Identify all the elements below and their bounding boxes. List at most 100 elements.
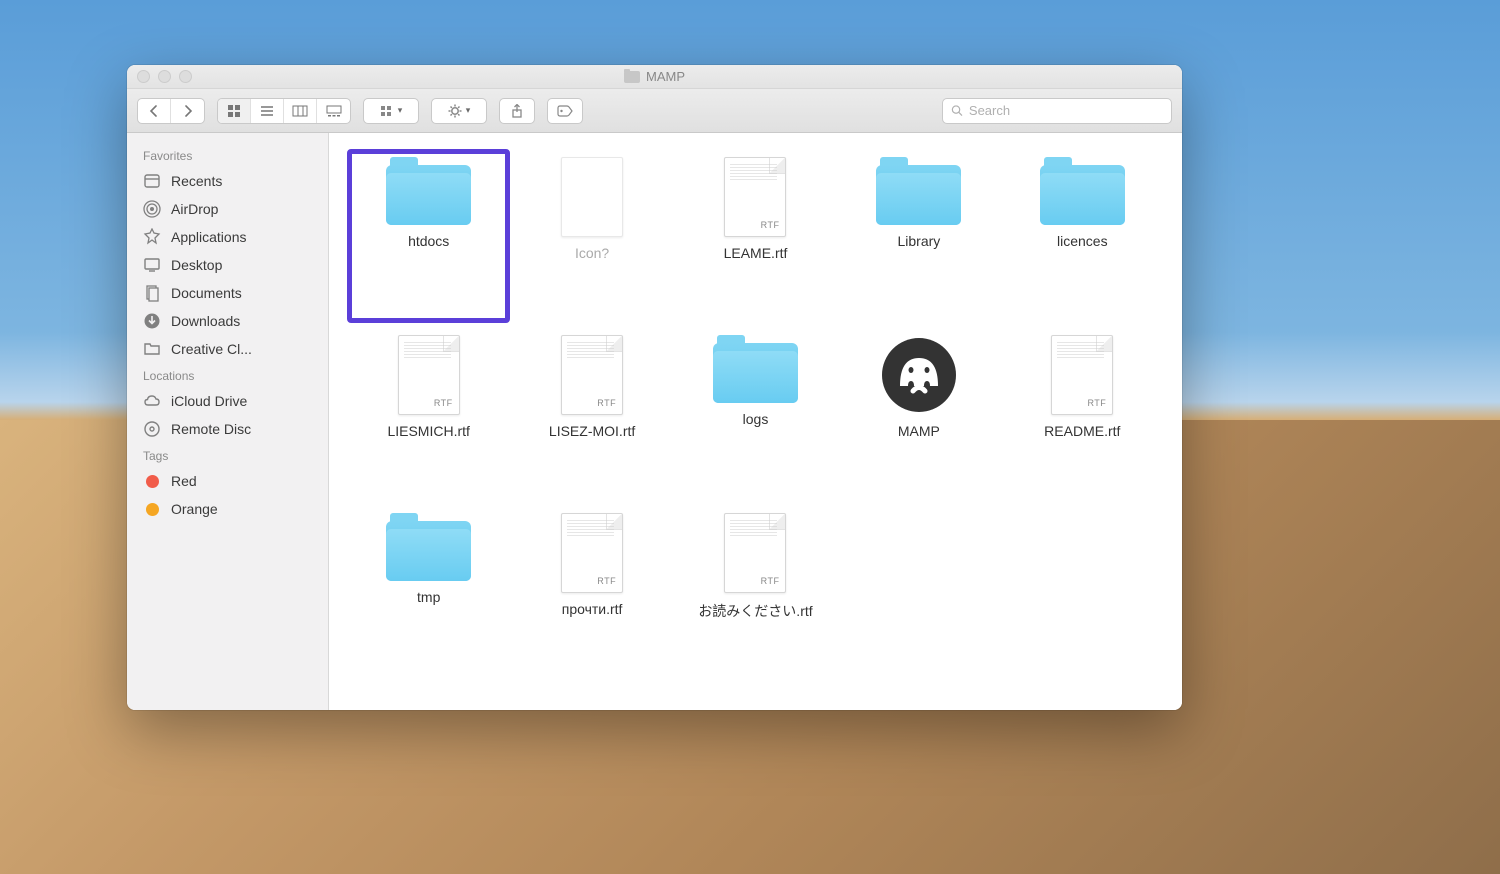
file-label: htdocs	[408, 233, 449, 249]
tags-button[interactable]	[547, 98, 583, 124]
file-label: LIESMICH.rtf	[387, 423, 469, 439]
file-item[interactable]: htdocs	[349, 151, 508, 321]
back-button[interactable]	[138, 99, 171, 123]
folder-icon	[624, 71, 640, 83]
file-item[interactable]: RTF お読みください.rtf	[676, 507, 835, 677]
file-label: logs	[743, 411, 769, 427]
close-button[interactable]	[137, 70, 150, 83]
sidebar-header: Favorites	[127, 143, 328, 167]
folder-icon	[143, 340, 161, 358]
gallery-view-button[interactable]	[317, 99, 350, 123]
file-item[interactable]: RTF README.rtf	[1003, 329, 1162, 499]
sidebar-item[interactable]: AirDrop	[127, 195, 328, 223]
minimize-button[interactable]	[158, 70, 171, 83]
sidebar-item-label: Recents	[171, 173, 222, 189]
column-view-button[interactable]	[284, 99, 317, 123]
file-item[interactable]: logs	[676, 329, 835, 499]
file-label: Library	[897, 233, 940, 249]
file-item[interactable]: Library	[839, 151, 998, 321]
file-grid[interactable]: htdocs Icon? RTF LEAME.rtf Library licences RT…	[329, 133, 1182, 710]
file-icon	[561, 157, 623, 237]
rtf-file-icon: RTF	[561, 513, 623, 593]
sidebar-item-label: AirDrop	[171, 201, 218, 217]
icon-view-button[interactable]	[218, 99, 251, 123]
icloud-icon	[143, 392, 161, 410]
share-button[interactable]	[499, 98, 535, 124]
list-view-button[interactable]	[251, 99, 284, 123]
arrange-button[interactable]: ▾	[363, 98, 419, 124]
downloads-icon	[143, 312, 161, 330]
airdrop-icon	[143, 200, 161, 218]
tag-icon	[143, 472, 161, 490]
file-label: Icon?	[575, 245, 609, 261]
file-item[interactable]: RTF LEAME.rtf	[676, 151, 835, 321]
sidebar-item-label: iCloud Drive	[171, 393, 247, 409]
file-label: お読みください.rtf	[698, 601, 812, 621]
file-label: tmp	[417, 589, 440, 605]
sidebar-item-label: Orange	[171, 501, 218, 517]
chevron-down-icon: ▾	[466, 105, 471, 116]
file-label: LISEZ-MOI.rtf	[549, 423, 635, 439]
titlebar[interactable]: MAMP	[127, 65, 1182, 89]
sidebar: Favorites Recents AirDrop Applications Deskt…	[127, 133, 329, 710]
search-input[interactable]	[969, 103, 1163, 118]
app-icon	[879, 335, 959, 415]
file-item[interactable]: RTFLIESMICH.rtf	[349, 329, 508, 499]
sidebar-item[interactable]: Orange	[127, 495, 328, 523]
sidebar-item[interactable]: iCloud Drive	[127, 387, 328, 415]
rtf-file-icon: RTF	[724, 157, 786, 237]
zoom-button[interactable]	[179, 70, 192, 83]
file-label: MAMP	[898, 423, 940, 439]
rtf-file-icon: RTF	[1051, 335, 1113, 415]
desktop-icon	[143, 256, 161, 274]
file-item[interactable]: Icon?	[512, 151, 671, 321]
folder-icon	[386, 513, 471, 581]
file-label: README.rtf	[1044, 423, 1120, 439]
search-icon	[951, 104, 963, 117]
sidebar-item[interactable]: Creative Cl...	[127, 335, 328, 363]
sidebar-item-label: Creative Cl...	[171, 341, 252, 357]
documents-icon	[143, 284, 161, 302]
file-item[interactable]: RTFLISEZ-MOI.rtf	[512, 329, 671, 499]
file-item[interactable]: MAMP	[839, 329, 998, 499]
file-item[interactable]: tmp	[349, 507, 508, 677]
sidebar-item[interactable]: Red	[127, 467, 328, 495]
window-body: Favorites Recents AirDrop Applications Deskt…	[127, 133, 1182, 710]
tag-icon	[143, 500, 161, 518]
window-title-text: MAMP	[646, 69, 685, 84]
sidebar-item-label: Red	[171, 473, 197, 489]
traffic-lights	[137, 70, 192, 83]
sidebar-item[interactable]: Documents	[127, 279, 328, 307]
finder-window: MAMP ▾	[127, 65, 1182, 710]
sidebar-item-label: Desktop	[171, 257, 222, 273]
sidebar-item-label: Applications	[171, 229, 247, 245]
sidebar-item[interactable]: Applications	[127, 223, 328, 251]
folder-icon	[386, 157, 471, 225]
file-label: licences	[1057, 233, 1108, 249]
chevron-down-icon: ▾	[398, 105, 403, 116]
action-button[interactable]: ▾	[431, 98, 487, 124]
sidebar-item-label: Remote Disc	[171, 421, 251, 437]
applications-icon	[143, 228, 161, 246]
sidebar-header: Locations	[127, 363, 328, 387]
sidebar-item-label: Downloads	[171, 313, 240, 329]
window-title: MAMP	[624, 69, 685, 84]
forward-button[interactable]	[171, 99, 204, 123]
recents-icon	[143, 172, 161, 190]
view-group	[217, 98, 351, 124]
search-field[interactable]	[942, 98, 1172, 124]
folder-icon	[713, 335, 798, 403]
sidebar-item[interactable]: Downloads	[127, 307, 328, 335]
sidebar-header: Tags	[127, 443, 328, 467]
rtf-file-icon: RTF	[724, 513, 786, 593]
sidebar-item[interactable]: Remote Disc	[127, 415, 328, 443]
toolbar: ▾ ▾	[127, 89, 1182, 133]
file-item[interactable]: RTFпрочти.rtf	[512, 507, 671, 677]
sidebar-item[interactable]: Desktop	[127, 251, 328, 279]
folder-icon	[876, 157, 961, 225]
nav-group	[137, 98, 205, 124]
file-label: LEAME.rtf	[724, 245, 788, 261]
sidebar-item[interactable]: Recents	[127, 167, 328, 195]
file-item[interactable]: licences	[1003, 151, 1162, 321]
folder-icon	[1040, 157, 1125, 225]
